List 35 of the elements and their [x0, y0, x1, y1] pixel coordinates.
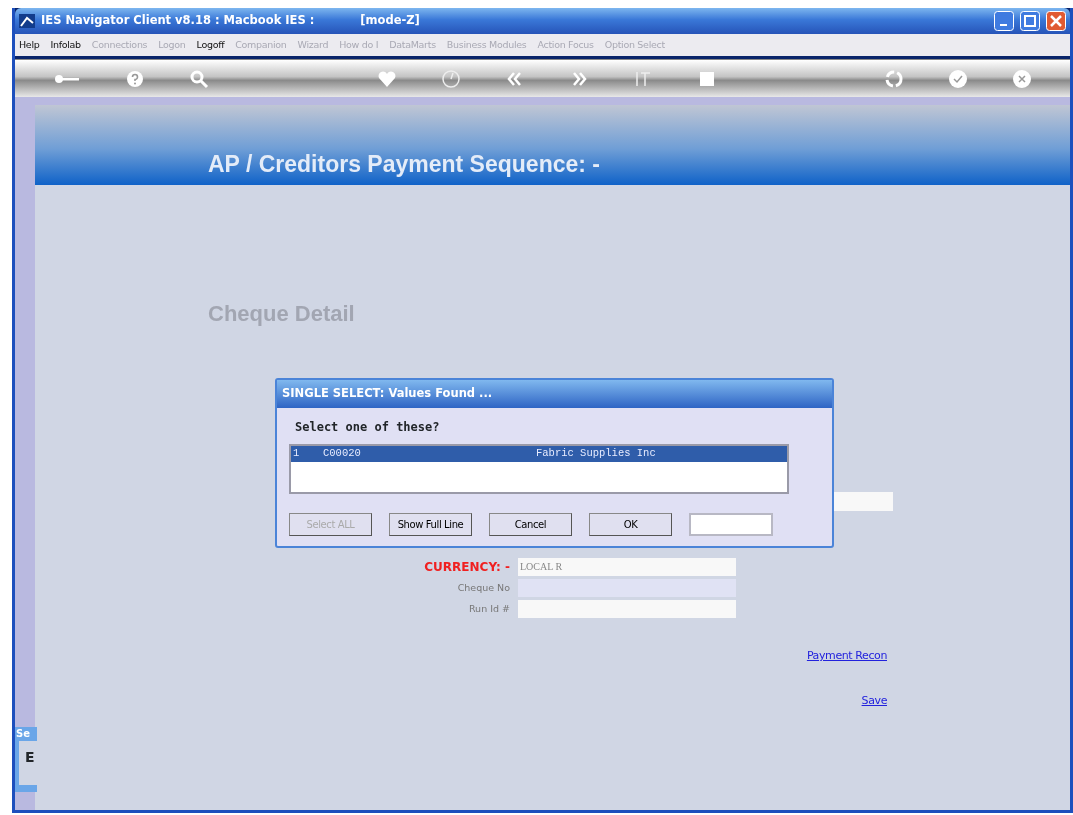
- mini-window-text: E: [19, 741, 37, 785]
- menu-item[interactable]: Help: [19, 37, 40, 53]
- dialog-prompt: Select one of these?: [295, 419, 441, 436]
- app-icon: [19, 14, 35, 28]
- row-code: C00020: [323, 446, 362, 462]
- maximize-button[interactable]: [1020, 11, 1040, 31]
- mini-window-title: Se: [15, 727, 31, 741]
- clock-icon[interactable]: [440, 68, 461, 89]
- mode-label: [mode-Z]: [360, 12, 420, 30]
- link[interactable]: Save: [861, 692, 887, 709]
- field-label: Run Id #: [467, 601, 510, 616]
- dialog-button[interactable]: Show Full Line: [389, 513, 472, 536]
- input-field[interactable]: [689, 513, 773, 536]
- link[interactable]: Payment Recon: [806, 648, 887, 665]
- window-title: IES Navigator Client v8.18 : Macbook IES :: [41, 12, 315, 30]
- check-icon[interactable]: [948, 68, 968, 89]
- page-title: AP / Creditors Payment Sequence: -: [208, 151, 600, 179]
- list-row[interactable]: 1 C00020 Fabric Supplies Inc: [291, 446, 787, 462]
- dialog-button[interactable]: Cancel: [489, 513, 572, 536]
- field-label: Cheque No: [456, 580, 510, 595]
- field-label: CURRENCY: -: [423, 559, 510, 576]
- menu-item[interactable]: Logoff: [196, 37, 225, 53]
- input-field[interactable]: [833, 492, 893, 511]
- row-index: 1: [293, 446, 301, 462]
- close-icon[interactable]: [1012, 68, 1032, 89]
- search-icon[interactable]: [189, 68, 209, 89]
- dialog-button[interactable]: OK: [589, 513, 672, 536]
- input-field[interactable]: [518, 600, 736, 618]
- dialog-title: SINGLE SELECT: Values Found ...: [277, 380, 832, 408]
- minimize-button[interactable]: [994, 11, 1014, 31]
- close-button[interactable]: [1046, 11, 1066, 31]
- input-field[interactable]: LOCAL R: [518, 558, 736, 576]
- row-name: Fabric Supplies Inc: [536, 446, 656, 462]
- menu-item[interactable]: Infolab: [50, 37, 81, 53]
- help-icon[interactable]: [125, 68, 145, 89]
